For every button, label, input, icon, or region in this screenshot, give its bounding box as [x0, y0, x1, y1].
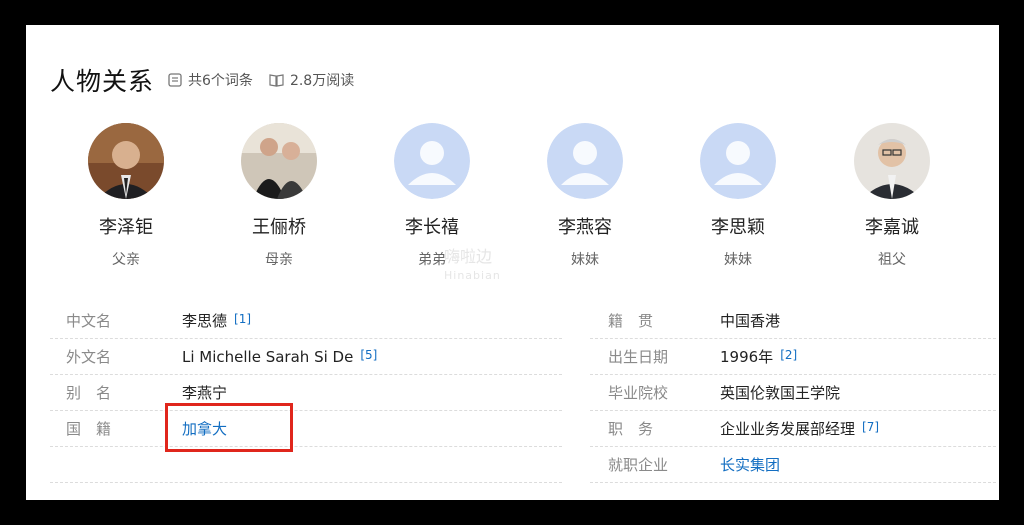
info-value: 1996年 — [720, 348, 774, 366]
read-count-text: 2.8万阅读 — [289, 73, 355, 89]
reference-link[interactable]: [2] — [780, 348, 797, 362]
watermark: 嗨啦边 Hinabian — [444, 243, 501, 282]
info-label: 别 名 — [66, 384, 112, 402]
person-name: 李燕容 — [558, 217, 612, 238]
info-label: 中文名 — [66, 312, 112, 330]
info-label: 籍 贯 — [608, 312, 654, 330]
person-card[interactable]: 李燕容 妹妹 — [525, 123, 645, 269]
info-row: 外文名 Li Michelle Sarah Si De [5] — [50, 339, 562, 375]
employer-link[interactable]: 长实集团 — [720, 454, 780, 475]
person-relation: 父亲 — [112, 252, 140, 268]
info-row: 就职企业 长实集团 — [590, 447, 996, 483]
relationship-card: 人物关系 共6个词条 2.8万阅读 李泽钜 父亲 王俪桥 母亲 李长禧 弟弟 李… — [26, 25, 999, 500]
person-card[interactable]: 王俪桥 母亲 — [219, 123, 339, 269]
info-row: 中文名 李思德 [1] — [50, 303, 562, 339]
info-value: Li Michelle Sarah Si De — [182, 347, 354, 366]
person-card[interactable]: 李思颖 妹妹 — [678, 123, 798, 269]
info-row: 职 务 企业业务发展部经理 [7] — [590, 411, 996, 447]
section-header: 人物关系 共6个词条 2.8万阅读 — [50, 63, 370, 97]
info-row: 国 籍 加拿大 — [50, 411, 562, 447]
avatar — [88, 123, 164, 199]
info-row: 别 名 李燕宁 — [50, 375, 562, 411]
info-value: 企业业务发展部经理 — [720, 420, 856, 438]
info-value: 中国香港 — [720, 312, 781, 330]
person-name: 李泽钜 — [99, 217, 153, 238]
avatar-placeholder-icon — [547, 123, 623, 199]
person-card[interactable]: 李嘉诚 祖父 — [832, 123, 952, 269]
info-left-column: 中文名 李思德 [1] 外文名 Li Michelle Sarah Si De … — [50, 303, 562, 483]
info-right-column: 籍 贯 中国香港 出生日期 1996年 [2] 毕业院校 英国伦敦国王学院 职 … — [590, 303, 996, 483]
person-card[interactable]: 李泽钜 父亲 — [66, 123, 186, 269]
entries-icon — [168, 73, 182, 87]
avatar — [854, 123, 930, 199]
person-relation: 母亲 — [265, 252, 293, 268]
reference-link[interactable]: [7] — [862, 420, 879, 434]
info-label: 外文名 — [66, 348, 112, 366]
info-row: 籍 贯 中国香港 — [590, 303, 996, 339]
meta-info: 共6个词条 2.8万阅读 — [168, 70, 370, 90]
info-value: 英国伦敦国王学院 — [720, 384, 841, 402]
section-title: 人物关系 — [50, 67, 155, 96]
person-relation: 妹妹 — [571, 252, 599, 268]
info-row: 出生日期 1996年 [2] — [590, 339, 996, 375]
people-list: 李泽钜 父亲 王俪桥 母亲 李长禧 弟弟 李燕容 妹妹 李思颖 妹妹 李嘉诚 祖… — [66, 123, 966, 268]
avatar-placeholder-icon — [394, 123, 470, 199]
person-name: 李嘉诚 — [865, 217, 919, 238]
book-icon — [269, 74, 284, 87]
watermark-sub: Hinabian — [444, 269, 501, 282]
read-count: 2.8万阅读 — [269, 70, 354, 90]
avatar-placeholder-icon — [700, 123, 776, 199]
info-label: 毕业院校 — [608, 384, 669, 402]
person-name: 李思颖 — [711, 217, 765, 238]
info-label: 国 籍 — [66, 420, 112, 438]
info-label: 出生日期 — [608, 348, 669, 366]
entries-count[interactable]: 共6个词条 — [168, 70, 253, 90]
info-label: 职 务 — [608, 420, 654, 438]
avatar — [241, 123, 317, 199]
info-label: 就职企业 — [608, 456, 669, 474]
info-row-empty — [50, 447, 562, 483]
info-row: 毕业院校 英国伦敦国王学院 — [590, 375, 996, 411]
entries-count-text: 共6个词条 — [188, 73, 253, 89]
highlight-box — [165, 403, 293, 452]
person-relation: 妹妹 — [724, 252, 752, 268]
reference-link[interactable]: [5] — [360, 348, 377, 362]
person-name: 王俪桥 — [252, 217, 306, 238]
person-relation: 祖父 — [878, 252, 906, 268]
watermark-text: 嗨啦边 — [444, 247, 493, 266]
info-value: 李燕宁 — [182, 384, 228, 402]
person-name: 李长禧 — [405, 217, 459, 238]
reference-link[interactable]: [1] — [234, 312, 251, 326]
info-value: 李思德 — [182, 312, 228, 330]
